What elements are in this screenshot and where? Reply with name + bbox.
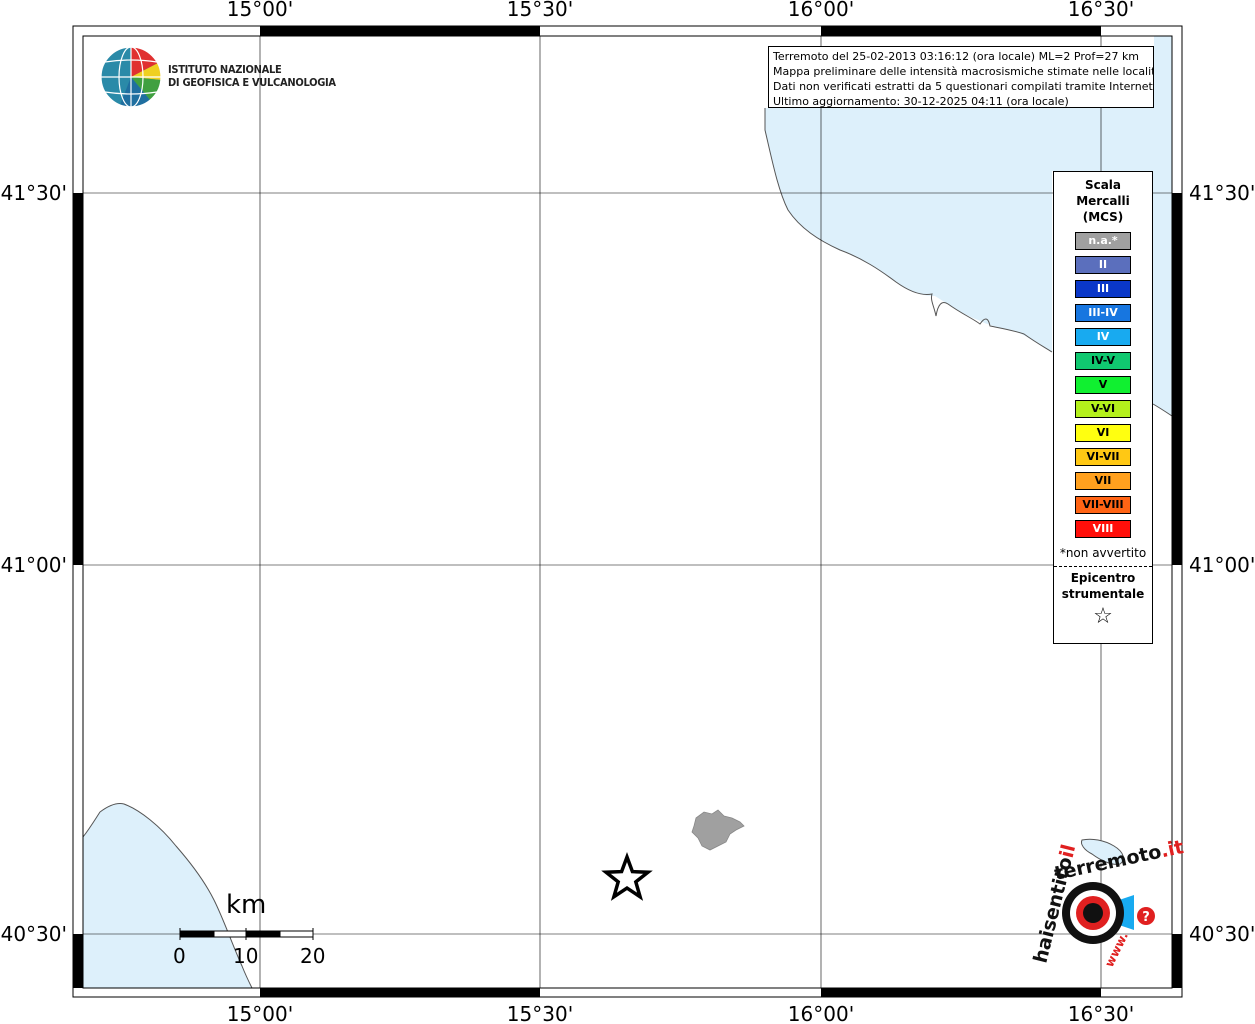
legend-item: V: [1075, 376, 1131, 394]
scale-label-10: 10: [233, 944, 259, 968]
legend-items: n.a.* II III III-IV IV IV-V V V-VI VI VI-VII VII VI…: [1054, 232, 1152, 538]
hst-badge-icon: ? haisentitoil terremoto.it www.: [1030, 836, 1186, 969]
legend-item: VI: [1075, 424, 1131, 442]
left-lat-labels: 41°30' 41°00' 40°30': [1, 181, 67, 946]
event-info-box: Terremoto del 25-02-2013 03:16:12 (ora l…: [768, 46, 1154, 108]
top-lon-label: 15°30': [507, 0, 573, 21]
legend-item: n.a.*: [1075, 232, 1131, 250]
top-lon-label: 16°00': [788, 0, 854, 21]
right-lat-label: 41°00': [1189, 553, 1255, 577]
hst-question: ?: [1142, 910, 1150, 925]
top-lon-labels: 15°00' 15°30' 16°00' 16°30': [227, 0, 1134, 21]
legend-title: Scala Mercalli (MCS): [1076, 178, 1130, 224]
left-lat-label: 40°30': [1, 922, 67, 946]
bottom-lon-label: 16°30': [1068, 1002, 1134, 1024]
legend-epicenter-label: Epicentro strumentale: [1061, 571, 1145, 601]
legend-item: IV-V: [1075, 352, 1131, 370]
legend-item: V-VI: [1075, 400, 1131, 418]
ingv-logo-line1: ISTITUTO NAZIONALE: [168, 63, 282, 76]
legend-item: VIII: [1075, 520, 1131, 538]
legend-divider: [1054, 566, 1152, 567]
epicenter-star-icon: [601, 851, 653, 901]
right-lat-labels: 41°30' 41°00' 40°30': [1189, 181, 1255, 946]
ingv-logo-icon: [100, 46, 162, 108]
left-lat-label: 41°30': [1, 181, 67, 205]
legend-item: VI-VII: [1075, 448, 1131, 466]
legend-item: VII: [1075, 472, 1131, 490]
legend-item: III: [1075, 280, 1131, 298]
event-info-line3: Dati non verificati estratti da 5 questi…: [773, 80, 1154, 93]
ingv-logo-line2: DI GEOFISICA E VULCANOLOGIA: [168, 76, 336, 89]
hst-text-terremoto: terremoto.it: [1052, 836, 1185, 885]
scale-label-20: 20: [300, 944, 326, 968]
legend-item: II: [1075, 256, 1131, 274]
top-lon-label: 15°00': [227, 0, 293, 21]
legend-item: VII-VIII: [1075, 496, 1131, 514]
left-lat-label: 41°00': [1, 553, 67, 577]
event-info-line1: Terremoto del 25-02-2013 03:16:12 (ora l…: [773, 50, 1140, 63]
right-lat-label: 40°30': [1189, 922, 1255, 946]
bottom-lon-label: 15°30': [507, 1002, 573, 1024]
legend-item: III-IV: [1075, 304, 1131, 322]
bottom-lon-label: 15°00': [227, 1002, 293, 1024]
mcs-legend: Scala Mercalli (MCS) n.a.* II III III-IV IV I…: [1053, 171, 1153, 644]
bottom-lon-label: 16°00': [788, 1002, 854, 1024]
right-lat-label: 41°30': [1189, 181, 1255, 205]
locality-area: [691, 809, 745, 851]
ingv-logo-text: ISTITUTO NAZIONALE DI GEOFISICA E VULCAN…: [168, 63, 336, 89]
legend-item: IV: [1075, 328, 1131, 346]
legend-note: *non avvertito: [1059, 546, 1147, 560]
legend-star-icon: ☆: [1093, 604, 1113, 629]
bottom-lon-labels: 15°00' 15°30' 16°00' 16°30': [227, 1002, 1134, 1024]
scale-label-0: 0: [173, 944, 186, 968]
hst-text-it: .it: [1159, 836, 1186, 862]
event-info-line2: Mappa preliminare delle intensità macros…: [773, 65, 1154, 78]
scale-unit: km: [226, 890, 267, 920]
top-lon-label: 16°30': [1068, 0, 1134, 21]
event-info-line4: Ultimo aggiornamento: 30-12-2025 04:11 (…: [773, 95, 1069, 108]
